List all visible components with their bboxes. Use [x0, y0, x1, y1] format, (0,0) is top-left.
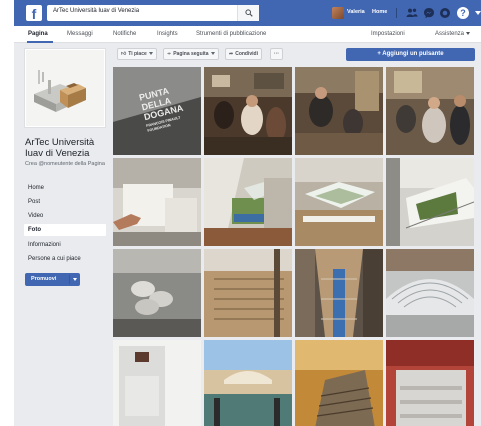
photo-image	[113, 158, 201, 246]
photo-image	[113, 249, 201, 337]
more-options-button[interactable]: ···	[270, 48, 283, 60]
chevron-down-icon	[210, 52, 215, 56]
share-arrow-icon: ➦	[229, 51, 234, 57]
photo-image	[295, 249, 383, 337]
chevron-down-icon	[466, 31, 471, 35]
follow-button[interactable]: ∻ Pagina seguita	[163, 48, 219, 60]
facebook-logo-icon[interactable]: f	[26, 5, 42, 22]
page-action-bar: 👍︎ Ti piace ∻ Pagina seguita ➦ Condividi ··…	[113, 45, 475, 65]
chevron-down-icon[interactable]	[73, 278, 77, 281]
photo-tile[interactable]	[386, 340, 474, 426]
photo-image	[386, 340, 474, 426]
share-button[interactable]: ➦ Condividi	[225, 48, 262, 60]
create-username-link[interactable]: Crea @nomeutente della Pagina	[25, 161, 111, 168]
photo-tile[interactable]	[295, 340, 383, 426]
photo-image	[204, 67, 292, 155]
tab-insights[interactable]: Insights	[157, 31, 178, 37]
promote-divider	[69, 275, 70, 284]
photo-image	[295, 67, 383, 155]
promote-button-label: Promuovi	[31, 276, 57, 282]
messages-icon[interactable]	[423, 7, 435, 19]
photo-tile[interactable]	[295, 249, 383, 337]
search-button[interactable]	[237, 5, 259, 21]
photo-tile[interactable]	[113, 249, 201, 337]
account-menu-icon[interactable]	[475, 11, 481, 15]
photo-tile[interactable]: PUNTA DELLA DOGANA FRANCOIS PINAULT FOUN…	[113, 67, 201, 155]
page-tab-bar: Pagina Messaggi Notifiche Insights Strum…	[14, 26, 481, 43]
sidebar-item-informazioni[interactable]: Informazioni	[24, 239, 106, 251]
promote-button[interactable]: Promuovi	[25, 273, 80, 286]
sidebar-item-foto[interactable]: Foto	[24, 224, 106, 236]
sidebar-item-persone-a-cui-piace[interactable]: Persone a cui piace	[24, 253, 106, 265]
tab-impostazioni[interactable]: Impostazioni	[371, 31, 405, 37]
rss-icon: ∻	[167, 51, 172, 57]
photo-tile[interactable]	[386, 158, 474, 246]
photo-tile[interactable]	[204, 249, 292, 337]
sidebar-item-home[interactable]: Home	[24, 182, 106, 194]
sidebar-item-post[interactable]: Post	[24, 196, 106, 208]
notifications-icon[interactable]	[439, 7, 451, 19]
photo-image	[386, 67, 474, 155]
photo-image	[295, 158, 383, 246]
photo-tile[interactable]	[113, 340, 201, 426]
share-button-label: Condividi	[235, 51, 258, 57]
follow-button-label: Pagina seguita	[173, 51, 209, 57]
photo-grid: PUNTA DELLA DOGANA FRANCOIS PINAULT FOUN…	[113, 67, 475, 426]
chevron-down-icon	[148, 52, 153, 56]
help-icon[interactable]: ?	[457, 7, 469, 19]
photo-image	[386, 249, 474, 337]
tab-assistenza[interactable]: Assistenza	[435, 31, 471, 37]
home-link[interactable]: Home	[372, 9, 387, 15]
like-button-label: Ti piace	[128, 51, 147, 57]
user-avatar[interactable]	[332, 7, 344, 19]
user-name-link[interactable]: Valeria	[347, 9, 365, 15]
friend-requests-icon[interactable]	[406, 7, 418, 19]
photo-tile[interactable]	[204, 158, 292, 246]
search-input-value: ArTec Università Iuav di Venezia	[53, 8, 140, 14]
photo-tile[interactable]	[386, 249, 474, 337]
photo-tile[interactable]	[204, 67, 292, 155]
photo-image	[386, 158, 474, 246]
photo-image	[204, 340, 292, 426]
photo-tile[interactable]	[295, 67, 383, 155]
like-button[interactable]: 👍︎ Ti piace	[117, 48, 157, 60]
tab-pagina[interactable]: Pagina	[28, 31, 48, 37]
tab-assistenza-label: Assistenza	[435, 31, 465, 37]
search-icon	[245, 9, 253, 17]
photo-tile[interactable]	[386, 67, 474, 155]
photo-tile[interactable]	[113, 158, 201, 246]
topbar-divider	[396, 8, 397, 18]
tab-strumenti-pubblicazione[interactable]: Strumenti di pubblicazione	[196, 31, 266, 37]
photo-image	[204, 249, 292, 337]
add-button-cta[interactable]: + Aggiungi un pulsante	[346, 48, 475, 61]
photo-image: PUNTA DELLA DOGANA FRANCOIS PINAULT FOUN…	[113, 67, 201, 155]
photo-tile[interactable]	[295, 158, 383, 246]
top-navigation-bar: f ArTec Università Iuav di Venezia Valer…	[14, 0, 481, 26]
photo-image	[295, 340, 383, 426]
page-title: ArTec Università Iuav di Venezia	[25, 137, 95, 159]
profile-photo-image	[26, 50, 104, 126]
tab-notifiche[interactable]: Notifiche	[113, 31, 136, 37]
thumbs-up-icon: 👍︎	[121, 51, 127, 57]
photo-image	[204, 158, 292, 246]
search-input[interactable]: ArTec Università Iuav di Venezia	[47, 5, 259, 21]
photo-tile[interactable]	[204, 340, 292, 426]
sidebar-item-video[interactable]: Video	[24, 210, 106, 222]
profile-picture[interactable]	[24, 48, 106, 128]
photo-image	[113, 340, 201, 426]
tab-messaggi[interactable]: Messaggi	[67, 31, 93, 37]
